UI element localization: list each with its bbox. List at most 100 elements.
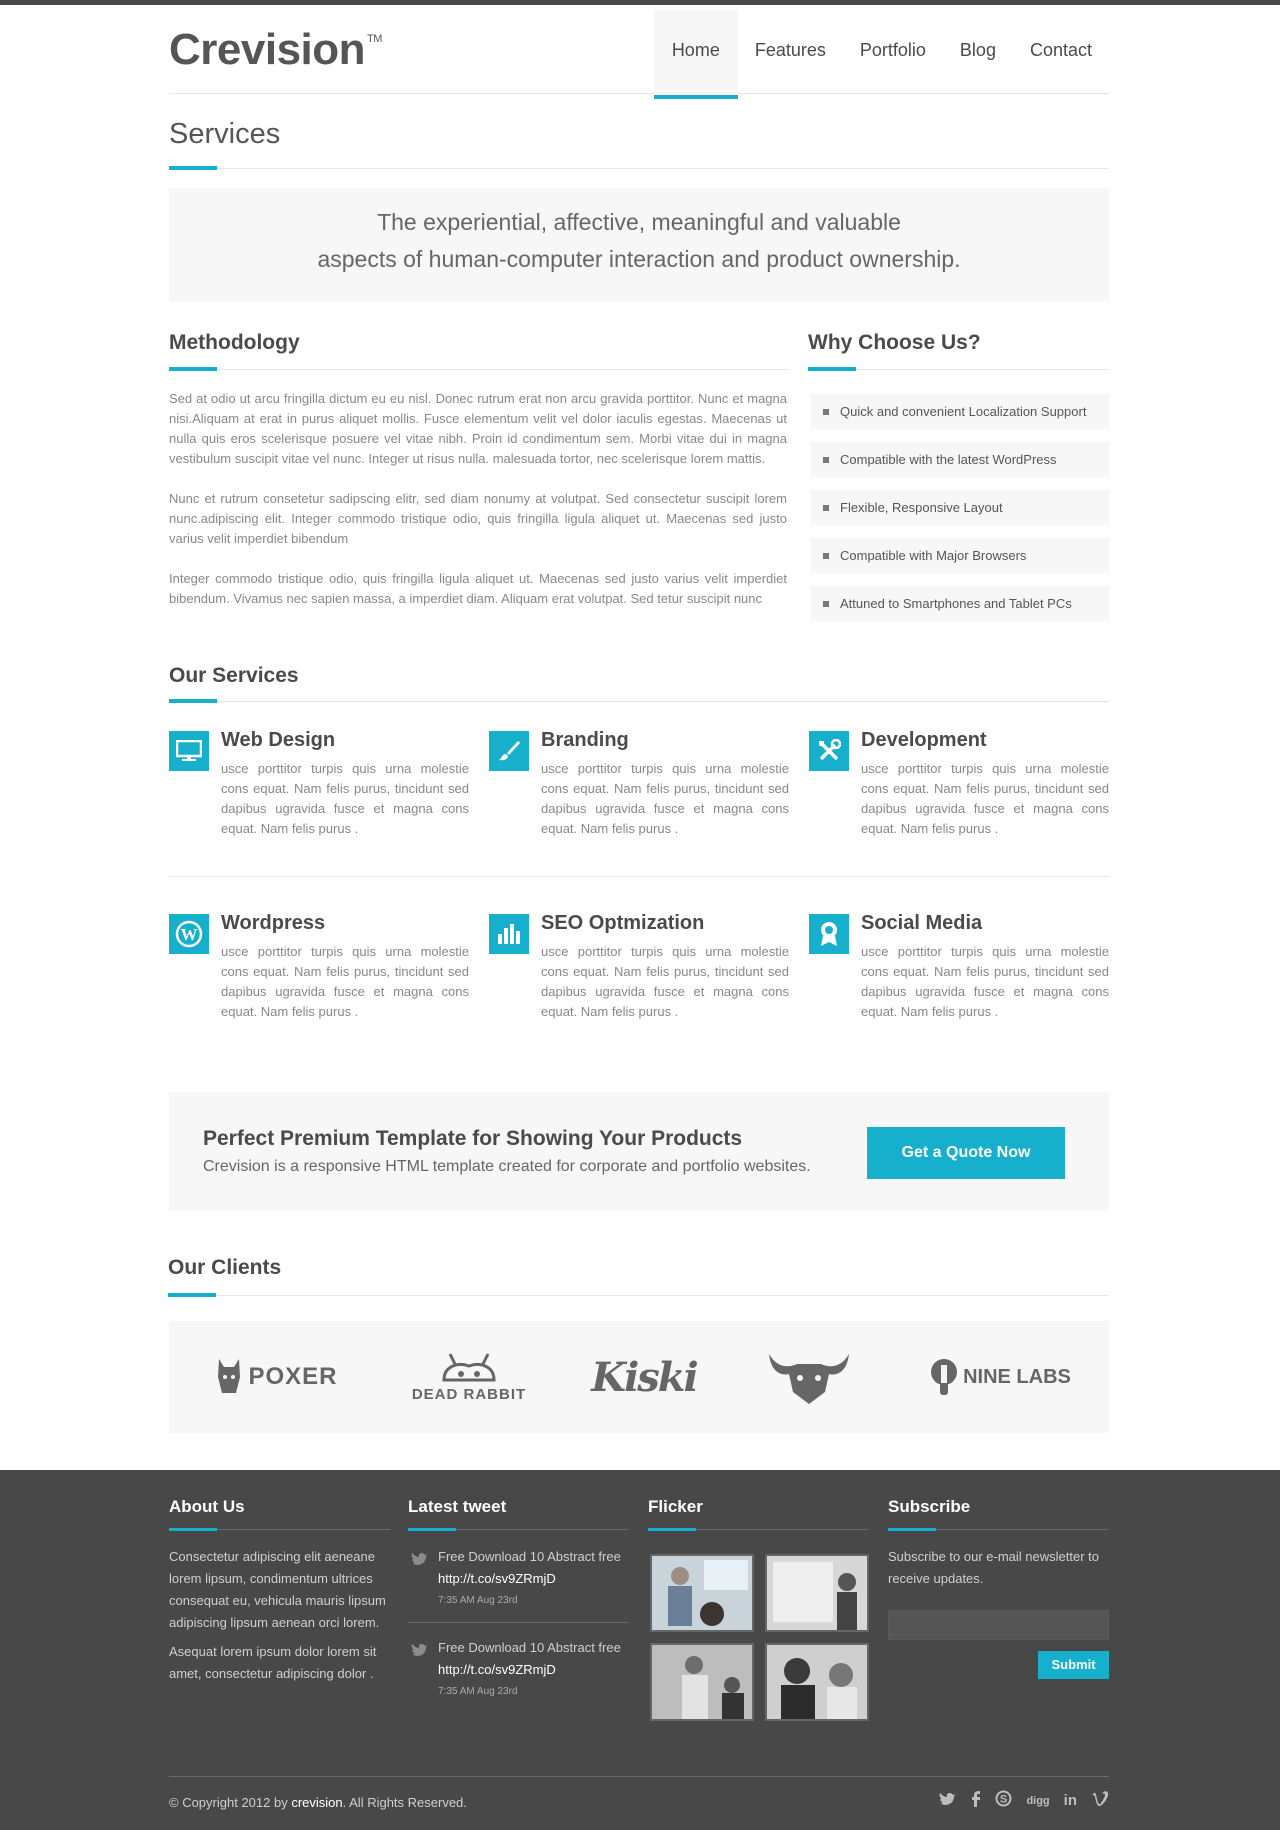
why-item: Compatible with the latest WordPress [811,442,1109,477]
logo[interactable]: Crevision TM [169,25,382,75]
submit-button[interactable]: Submit [1038,1651,1109,1679]
tweet-text: Free Download 10 Abstract free [438,1640,621,1655]
footer-flicker-heading: Flicker [648,1497,869,1531]
footer-subscribe: Subscribe Subscribe to our e-mail newsle… [888,1497,1109,1697]
why-item: Attuned to Smartphones and Tablet PCs [811,586,1109,621]
footer-subscribe-heading: Subscribe [888,1497,1109,1531]
badge-icon [809,914,849,954]
intro-line-2: aspects of human-computer interaction an… [317,246,961,272]
tweet-link[interactable]: http://t.co/sv9ZRmjD [438,1568,629,1590]
bar-chart-icon [489,914,529,954]
service-desc: usce porttitor turpis quis urna molestie… [221,944,469,1019]
tweet-time: 7:35 AM Aug 23rd [438,1686,518,1697]
twitter-icon[interactable] [939,1792,957,1810]
service-name[interactable]: SEO Optmization [541,912,704,935]
service-desc: usce porttitor turpis quis urna molestie… [861,761,1109,836]
client-logo-bull[interactable] [759,1321,859,1433]
tweet-item: Free Download 10 Abstract free http://t.… [408,1637,629,1703]
client-logo-kiski[interactable]: Kiski [589,1321,699,1433]
service-name[interactable]: Web Design [221,729,335,752]
get-quote-button[interactable]: Get a Quote Now [867,1127,1065,1179]
nav-home[interactable]: Home [653,10,738,99]
email-field[interactable] [888,1610,1109,1640]
subscribe-text: Subscribe to our e-mail newsletter to re… [888,1549,1099,1586]
footer-about: About Us Consectetur adipiscing elit aen… [169,1497,390,1685]
service-desc: usce porttitor turpis quis urna molestie… [221,761,469,836]
logo-text: Crevision [169,25,366,74]
monitor-icon [169,731,209,771]
why-title: Why Choose Us? [808,331,981,354]
service-name[interactable]: Social Media [861,912,982,935]
nine-labs-icon [931,1359,958,1395]
client-logo-dead-rabbit[interactable]: DEAD RABBIT [399,1321,539,1433]
why-list: Quick and convenient Localization Suppor… [811,394,1109,634]
service-desc: usce porttitor turpis quis urna molestie… [861,944,1109,1019]
nav-blog[interactable]: Blog [943,10,1013,99]
footer-about-text: Asequat lorem ipsum dolor lorem sit amet… [169,1644,377,1681]
cta-subtext: Crevision is a responsive HTML template … [203,1158,811,1175]
cta-banner: Perfect Premium Template for Showing You… [169,1092,1109,1211]
tweet-text: Free Download 10 Abstract free [438,1549,621,1564]
flicker-photo[interactable] [650,1643,754,1721]
tweet-time: 7:35 AM Aug 23rd [438,1595,518,1606]
client-logo-text: NINE LABS [963,1365,1071,1388]
bullet-icon [823,553,829,559]
bullet-icon [823,601,829,607]
twitter-bird-icon [411,1644,428,1656]
nav-portfolio[interactable]: Portfolio [843,10,943,99]
tweet-link[interactable]: http://t.co/sv9ZRmjD [438,1659,629,1681]
why-item: Compatible with Major Browsers [811,538,1109,573]
intro-banner: The experiential, affective, meaningful … [169,188,1109,301]
client-logo-nine-labs[interactable]: NINE LABS [925,1321,1075,1433]
methodology-title: Methodology [169,331,300,354]
digg-icon[interactable]: digg [1026,1795,1049,1807]
methodology-paragraph: Sed at odio ut arcu fringilla dictum eu … [169,391,787,466]
trademark: TM [367,33,382,45]
service-desc: usce porttitor turpis quis urna molestie… [541,761,789,836]
footer-flicker: Flicker [648,1497,869,1721]
bull-icon [769,1354,849,1404]
service-name[interactable]: Branding [541,729,629,752]
bullet-icon [823,409,829,415]
service-name[interactable]: Development [861,729,987,752]
main-nav: Home Features Portfolio Blog Contact [653,10,1109,99]
linkedin-icon[interactable]: in [1064,1792,1077,1809]
site-header: Crevision TM Home Features Portfolio Blog… [169,5,1109,99]
footer-divider [169,1776,1109,1777]
methodology-paragraph: Integer commodo tristique odio, quis fri… [169,571,787,606]
client-logo-text: DEAD RABBIT [411,1385,527,1403]
client-logo-poxer[interactable]: POXER [207,1321,347,1433]
copyright-brand-link[interactable]: crevision [291,1795,342,1810]
nav-features[interactable]: Features [738,10,843,99]
skype-icon[interactable]: S [995,1790,1012,1811]
service-name[interactable]: Wordpress [221,912,325,935]
vimeo-icon[interactable] [1091,1791,1109,1810]
site-footer: About Us Consectetur adipiscing elit aen… [0,1470,1280,1830]
page-title: Services [169,118,281,150]
services-heading: Our Services [169,664,1109,703]
service-desc: usce porttitor turpis quis urna molestie… [541,944,789,1019]
client-logo-text: Kiski [591,1353,698,1401]
services-divider [169,876,1109,877]
clients-title: Our Clients [168,1256,282,1279]
methodology-paragraph: Nunc et rutrum consetetur sadipscing eli… [169,491,787,546]
flicker-photo[interactable] [765,1554,869,1632]
footer-about-heading: About Us [169,1497,390,1531]
tools-icon [809,731,849,771]
methodology-text: Sed at odio ut arcu fringilla dictum eu … [169,389,787,629]
facebook-icon[interactable] [971,1790,981,1811]
intro-line-1: The experiential, affective, meaningful … [377,209,901,235]
why-item: Quick and convenient Localization Suppor… [811,394,1109,429]
tweet-item: Free Download 10 Abstract free http://t.… [408,1546,629,1623]
flicker-photo[interactable] [765,1643,869,1721]
bullet-icon [823,457,829,463]
flicker-photo[interactable] [650,1554,754,1632]
svg-text:W: W [181,925,198,944]
wordpress-icon: W [169,914,209,954]
svg-text:S: S [1000,1794,1007,1806]
twitter-bird-icon [411,1553,428,1565]
footer-tweets-heading: Latest tweet [408,1497,629,1531]
footer-about-text: Consectetur adipiscing elit aeneane lore… [169,1549,386,1630]
copyright: © Copyright 2012 by crevision. All Right… [169,1795,467,1810]
nav-contact[interactable]: Contact [1013,10,1109,99]
